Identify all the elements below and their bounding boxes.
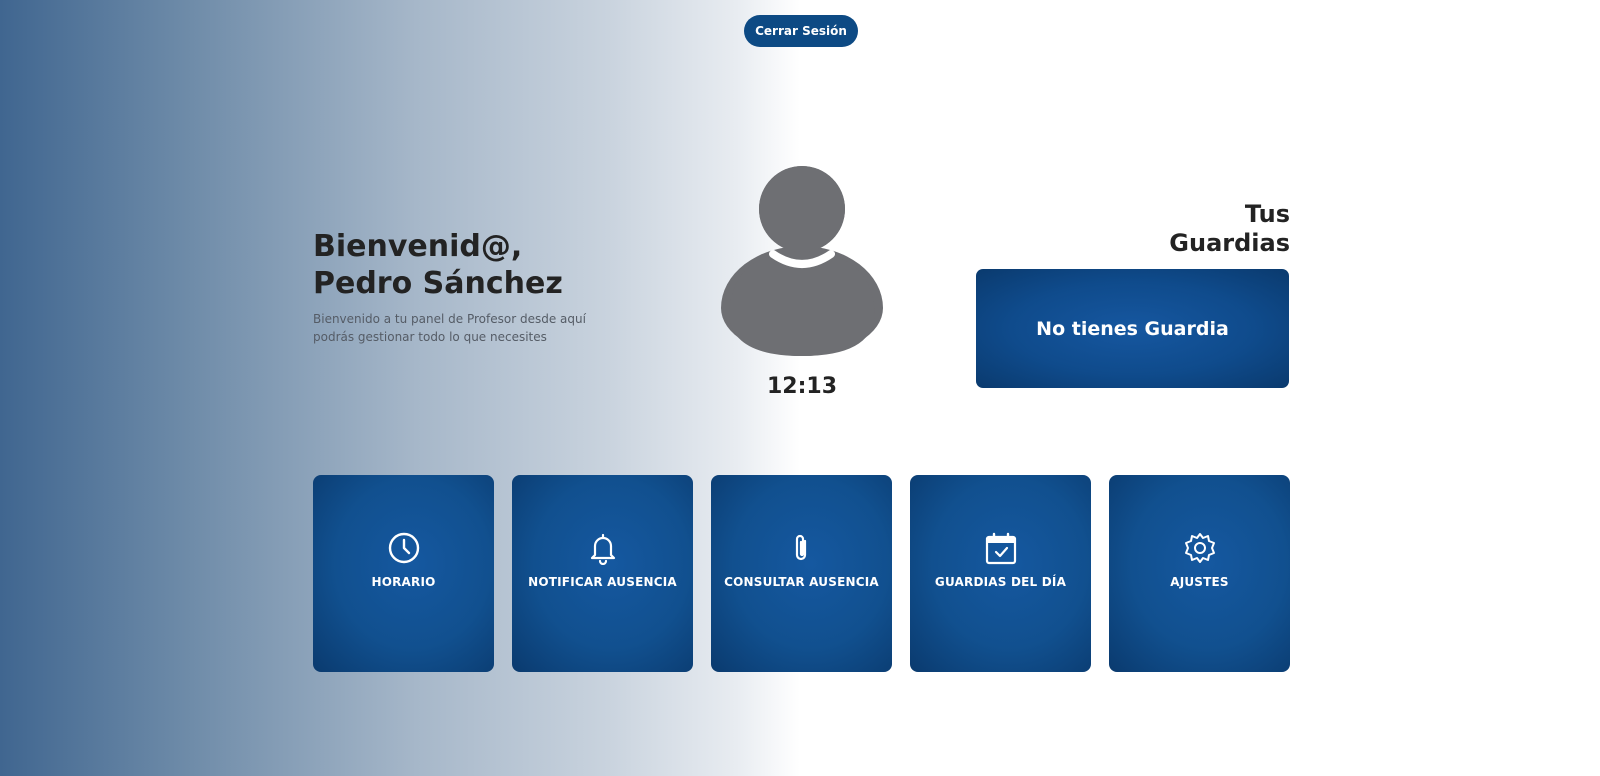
avatar-overlay — [729, 166, 875, 356]
paperclip-icon — [795, 534, 806, 560]
clock-icon — [388, 532, 419, 563]
tile-guardias-del-dia[interactable]: GUARDIAS DEL DÍA — [910, 475, 1091, 672]
guards-title-line2: Guardias — [1169, 229, 1290, 257]
gear-icon — [1184, 532, 1215, 563]
guards-status-card: No tienes Guardia — [976, 269, 1289, 388]
tile-notificar-ausencia[interactable]: NOTIFICAR AUSENCIA — [512, 475, 693, 672]
tile-consultar-ausencia[interactable]: CONSULTAR AUSENCIA — [711, 475, 892, 672]
logout-button[interactable]: Cerrar Sesión — [744, 15, 858, 47]
tile-label: HORARIO — [371, 574, 436, 589]
welcome-description: Bienvenido a tu panel de Profesor desde … — [313, 312, 586, 344]
welcome-greeting: Bienvenid@, — [313, 229, 523, 264]
tile-label: AJUSTES — [1170, 574, 1229, 589]
calendar-check-icon — [985, 532, 1016, 564]
bell-icon — [590, 533, 615, 565]
tile-label: CONSULTAR AUSENCIA — [724, 574, 879, 589]
tile-label: GUARDIAS DEL DÍA — [934, 574, 1067, 589]
guards-title-line1: Tus — [1244, 200, 1290, 228]
clock-time: 12:13 — [766, 374, 838, 399]
guards-status-text: No tienes Guardia — [1036, 317, 1229, 340]
tile-ajustes[interactable]: AJUSTES — [1109, 475, 1290, 672]
welcome-heading: Bienvenid@, Pedro Sánchez — [313, 228, 633, 302]
guards-title: Tus Guardias — [1110, 200, 1290, 258]
user-name: Pedro Sánchez — [313, 266, 563, 301]
menu-tiles: HORARIO NOTIFICAR AUSENCIA CONSULTAR AUS… — [313, 475, 1290, 672]
welcome-section: Bienvenid@, Pedro Sánchez Bienvenido a t… — [313, 228, 633, 346]
tile-label: NOTIFICAR AUSENCIA — [528, 574, 677, 589]
tile-horario[interactable]: HORARIO — [313, 475, 494, 672]
